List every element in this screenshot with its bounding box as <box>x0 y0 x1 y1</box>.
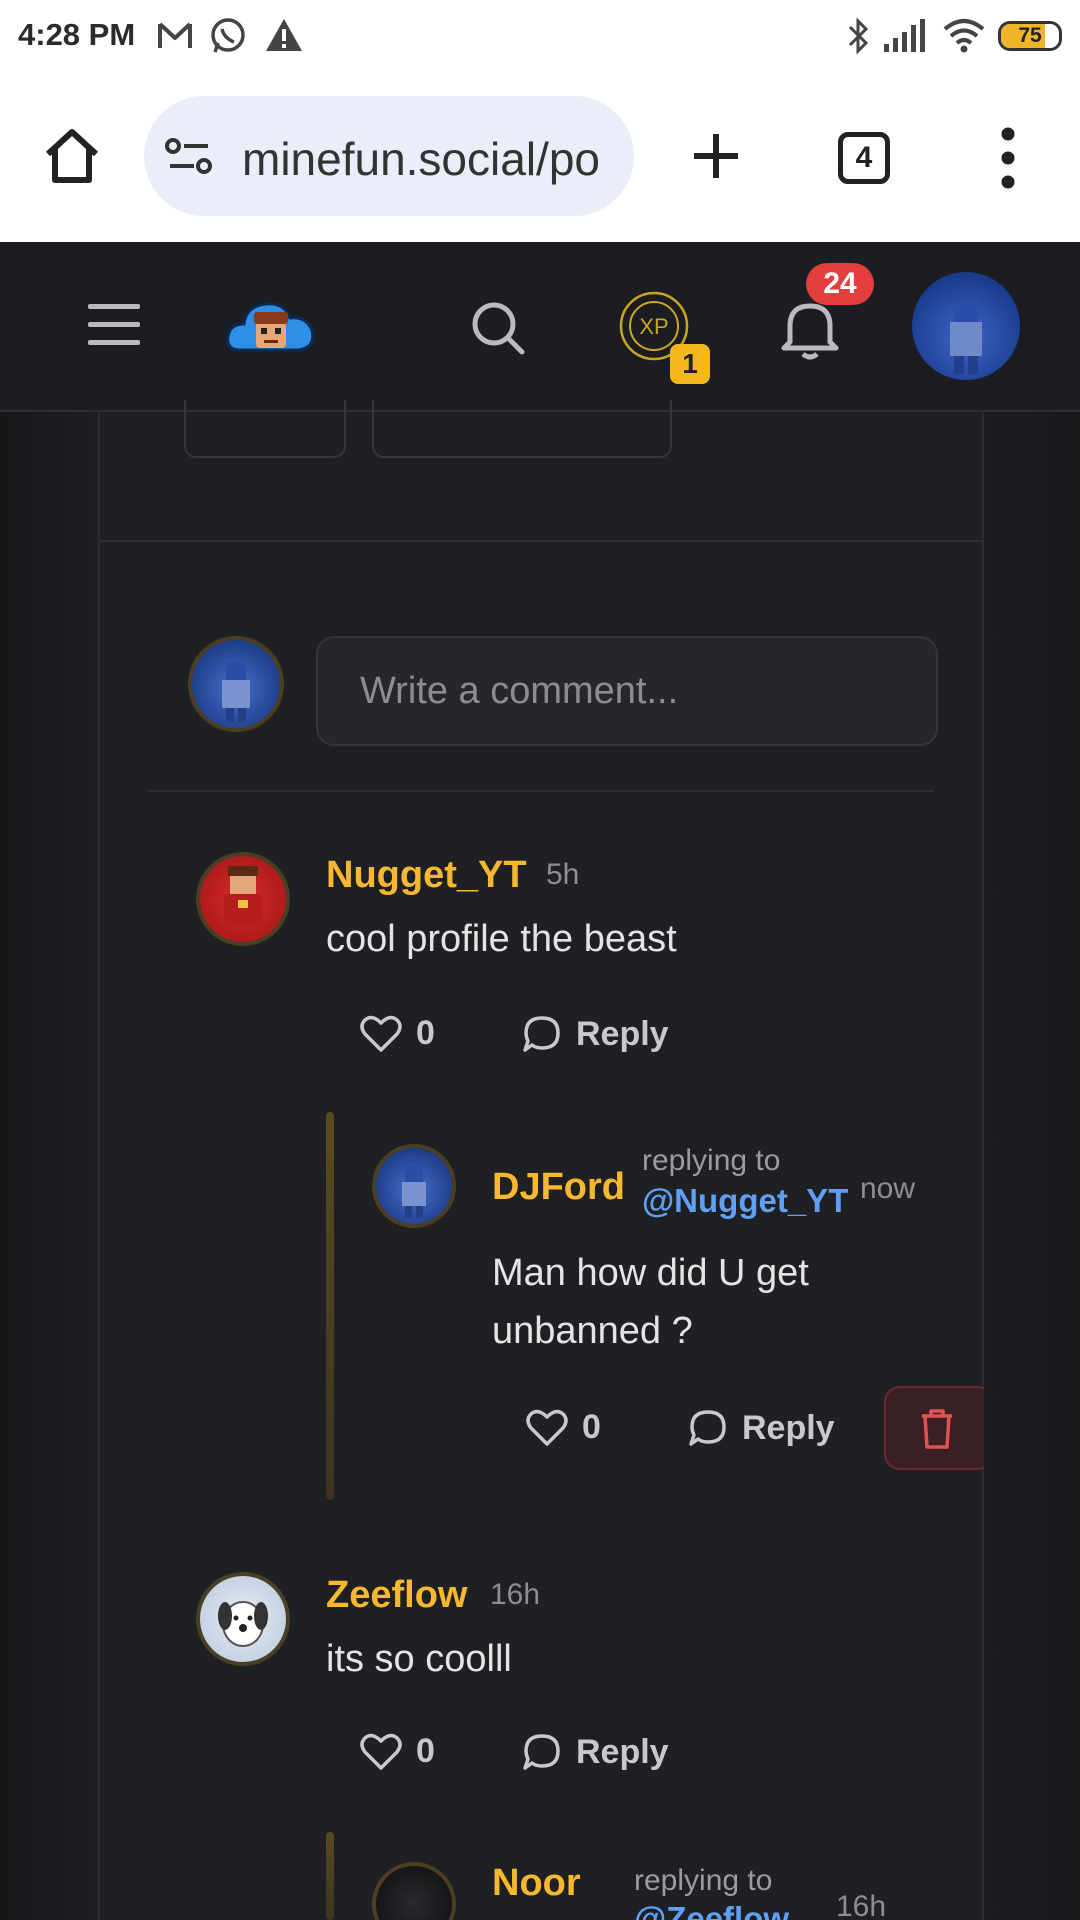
reply-time: 16h <box>836 1890 887 1920</box>
wifi-icon <box>943 19 985 53</box>
browser-toolbar: minefun.social/po 4 <box>0 72 1080 242</box>
comment-input-box[interactable] <box>316 636 938 746</box>
heart-icon <box>360 1015 402 1052</box>
reply-avatar[interactable] <box>372 1144 456 1228</box>
reply-button[interactable]: Reply <box>522 1732 669 1772</box>
notification-badge: 24 <box>806 263 874 305</box>
reply-time: now <box>860 1172 916 1205</box>
composer-avatar <box>188 636 284 732</box>
battery-icon: 75 <box>998 21 1062 51</box>
mention-link[interactable]: @Zeeflow <box>634 1900 789 1920</box>
composer-divider <box>148 790 934 792</box>
chat-bubble-icon <box>523 1016 560 1052</box>
signal-icon <box>884 19 925 52</box>
url-bar[interactable]: minefun.social/po <box>144 96 634 216</box>
reply-label: Reply <box>742 1408 835 1447</box>
menu-icon[interactable] <box>998 126 1018 190</box>
profile-avatar[interactable] <box>912 272 1020 380</box>
comment-avatar[interactable] <box>196 852 290 946</box>
heart-icon <box>360 1733 402 1770</box>
like-count: 0 <box>416 1014 435 1052</box>
like-button[interactable]: 0 <box>360 1732 435 1771</box>
heart-icon <box>526 1409 568 1446</box>
whatsapp-icon <box>211 18 245 53</box>
reply-button[interactable]: Reply <box>688 1408 835 1448</box>
new-tab-icon[interactable] <box>690 130 742 182</box>
battery-level: 75 <box>1018 24 1042 47</box>
url-text[interactable]: minefun.social/po <box>242 132 600 186</box>
like-button[interactable]: 0 <box>526 1408 601 1447</box>
thread-line <box>326 1112 334 1500</box>
reply-author[interactable]: Noor <box>492 1862 581 1905</box>
reply-label: Reply <box>576 1014 669 1053</box>
gmail-icon <box>158 22 192 48</box>
like-count: 0 <box>582 1408 601 1446</box>
section-divider <box>98 540 984 542</box>
replying-to-label: replying to <box>642 1144 781 1177</box>
like-button[interactable]: 0 <box>360 1014 435 1053</box>
post-like-button[interactable] <box>184 400 346 458</box>
thread-line <box>326 1832 334 1920</box>
comment-time: 16h <box>490 1578 541 1611</box>
comment-input[interactable] <box>318 638 936 744</box>
comment-avatar[interactable] <box>196 1572 290 1666</box>
right-gutter-mask <box>984 1370 1080 1490</box>
replying-to-label: replying to <box>634 1864 773 1897</box>
comment-author[interactable]: Nugget_YT <box>326 854 527 897</box>
hamburger-icon[interactable] <box>88 304 140 346</box>
bluetooth-icon <box>848 17 869 55</box>
reply-text-line: unbanned ? <box>492 1310 693 1352</box>
bell-icon[interactable] <box>778 296 842 360</box>
mention-link[interactable]: @Nugget_YT <box>642 1182 848 1220</box>
site-logo-icon[interactable] <box>226 290 316 360</box>
like-count: 0 <box>416 1732 435 1770</box>
comment-text: its so coolll <box>326 1638 512 1680</box>
xp-label: XP <box>639 314 668 339</box>
site-info-icon[interactable] <box>164 136 216 178</box>
status-time: 4:28 PM <box>18 17 136 52</box>
right-gutter <box>984 412 1080 1920</box>
post-reply-button[interactable] <box>372 400 672 458</box>
home-icon[interactable] <box>42 126 102 186</box>
xp-level-badge: 1 <box>670 344 710 384</box>
reply-text-line: Man how did U get <box>492 1252 809 1294</box>
comment-author[interactable]: Zeeflow <box>326 1574 467 1617</box>
trash-icon <box>922 1409 952 1449</box>
status-bar: 4:28 PM 75 <box>0 0 1080 72</box>
reply-author[interactable]: DJFord <box>492 1166 625 1209</box>
search-icon[interactable] <box>470 300 526 356</box>
comment-text: cool profile the beast <box>326 918 677 960</box>
tabs-button[interactable]: 4 <box>838 132 890 184</box>
left-gutter <box>0 412 98 1920</box>
comment-time: 5h <box>546 858 580 891</box>
delete-button[interactable] <box>884 1386 994 1470</box>
chat-bubble-icon <box>689 1410 726 1446</box>
alert-icon <box>266 19 302 51</box>
reply-label: Reply <box>576 1732 669 1771</box>
reply-button[interactable]: Reply <box>522 1014 669 1054</box>
chat-bubble-icon <box>523 1734 560 1770</box>
